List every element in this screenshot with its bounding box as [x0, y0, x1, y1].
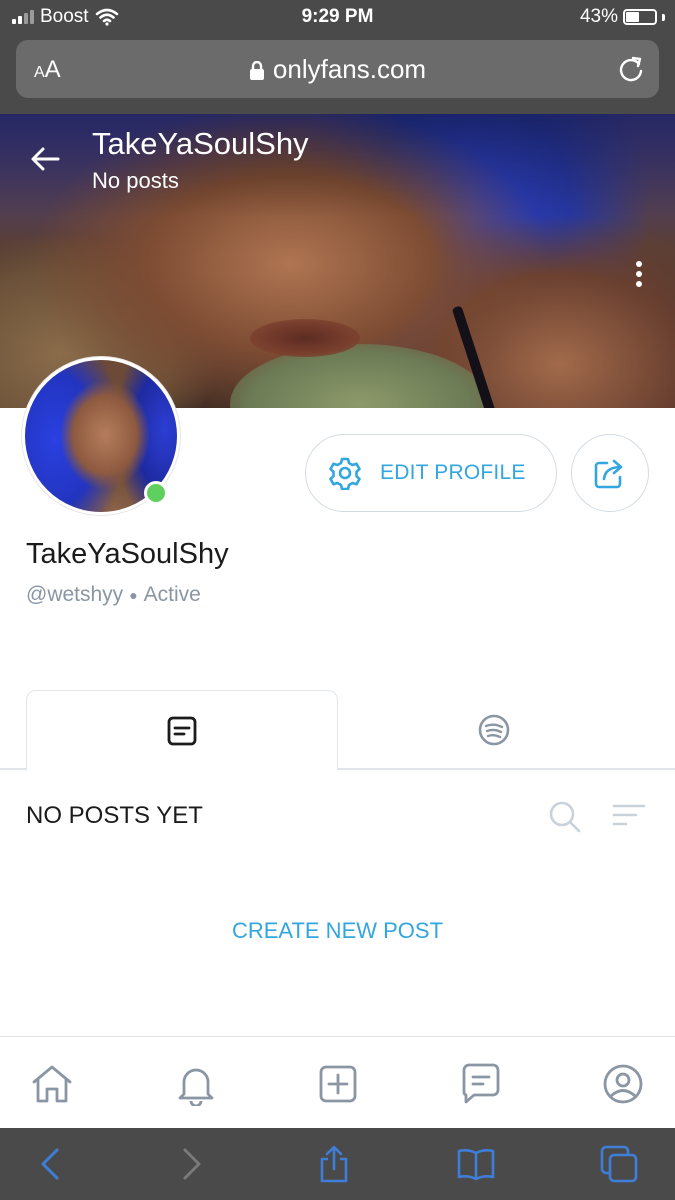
nav-add-post[interactable] [315, 1061, 361, 1107]
battery-icon [623, 9, 657, 25]
content-tabs [0, 690, 675, 770]
chevron-left-icon [41, 1148, 59, 1180]
bell-icon [178, 1068, 214, 1106]
tab-media[interactable] [338, 690, 650, 770]
search-icon [549, 801, 581, 833]
nav-messages[interactable] [458, 1061, 504, 1107]
profile-handle: @wetshyy [26, 583, 124, 606]
edit-profile-label: EDIT PROFILE [380, 461, 526, 484]
nav-profile[interactable] [600, 1061, 646, 1107]
reload-icon [619, 56, 643, 82]
status-bar: Boost 9:29 PM 43% [0, 0, 675, 34]
browser-back-button[interactable] [30, 1144, 70, 1184]
posts-icon [167, 716, 197, 745]
back-button[interactable] [30, 146, 60, 177]
browser-share-button[interactable] [314, 1144, 354, 1184]
audio-icon [478, 714, 510, 746]
chat-icon [462, 1063, 500, 1104]
clock: 9:29 PM [301, 6, 374, 27]
cover-title: TakeYaSoulShy [92, 126, 309, 161]
nav-notifications[interactable] [173, 1061, 219, 1107]
profile-handle-row: @wetshyy ● Active [26, 583, 201, 606]
sort-icon [612, 804, 646, 826]
chevron-right-icon [183, 1148, 201, 1180]
home-icon [32, 1065, 72, 1103]
online-status-indicator [144, 481, 168, 505]
edit-profile-button[interactable]: EDIT PROFILE [305, 434, 557, 512]
lock-icon [249, 61, 264, 81]
cover-header: TakeYaSoulShy No posts [92, 126, 309, 194]
browser-tabs-button[interactable] [599, 1144, 639, 1184]
sort-button[interactable] [612, 802, 646, 835]
gear-icon [329, 457, 361, 490]
url-domain: onlyfans.com [272, 54, 427, 84]
more-vertical-icon [636, 261, 642, 287]
profile-status: Active [143, 583, 201, 606]
browser-bookmarks-button[interactable] [456, 1144, 496, 1184]
more-button[interactable] [634, 260, 644, 293]
cover-subtitle: No posts [92, 168, 179, 193]
tabs-icon [600, 1145, 638, 1183]
arrow-left-icon [31, 147, 60, 171]
bottom-nav [0, 1036, 675, 1128]
search-button[interactable] [548, 800, 582, 839]
url-field[interactable]: onlyfans.com [16, 54, 659, 85]
share-icon [594, 459, 623, 489]
browser-forward-button[interactable] [172, 1144, 212, 1184]
add-post-icon [319, 1065, 357, 1103]
battery-percent: 43% [579, 6, 618, 27]
reload-button[interactable] [617, 54, 645, 89]
share-button[interactable] [571, 434, 649, 512]
address-bar[interactable]: AA onlyfans.com [16, 40, 659, 98]
nav-home[interactable] [29, 1061, 75, 1107]
browser-address-area: AA onlyfans.com [0, 34, 675, 114]
create-new-post-link[interactable]: CREATE NEW POST [0, 918, 675, 944]
section-title: NO POSTS YET [26, 802, 203, 829]
profile-name: TakeYaSoulShy [26, 538, 229, 570]
profile-icon [603, 1064, 643, 1104]
tab-posts[interactable] [26, 690, 338, 770]
browser-toolbar [0, 1128, 675, 1200]
battery: 43% [580, 6, 665, 28]
share-icon [320, 1145, 348, 1183]
book-icon [457, 1149, 495, 1181]
